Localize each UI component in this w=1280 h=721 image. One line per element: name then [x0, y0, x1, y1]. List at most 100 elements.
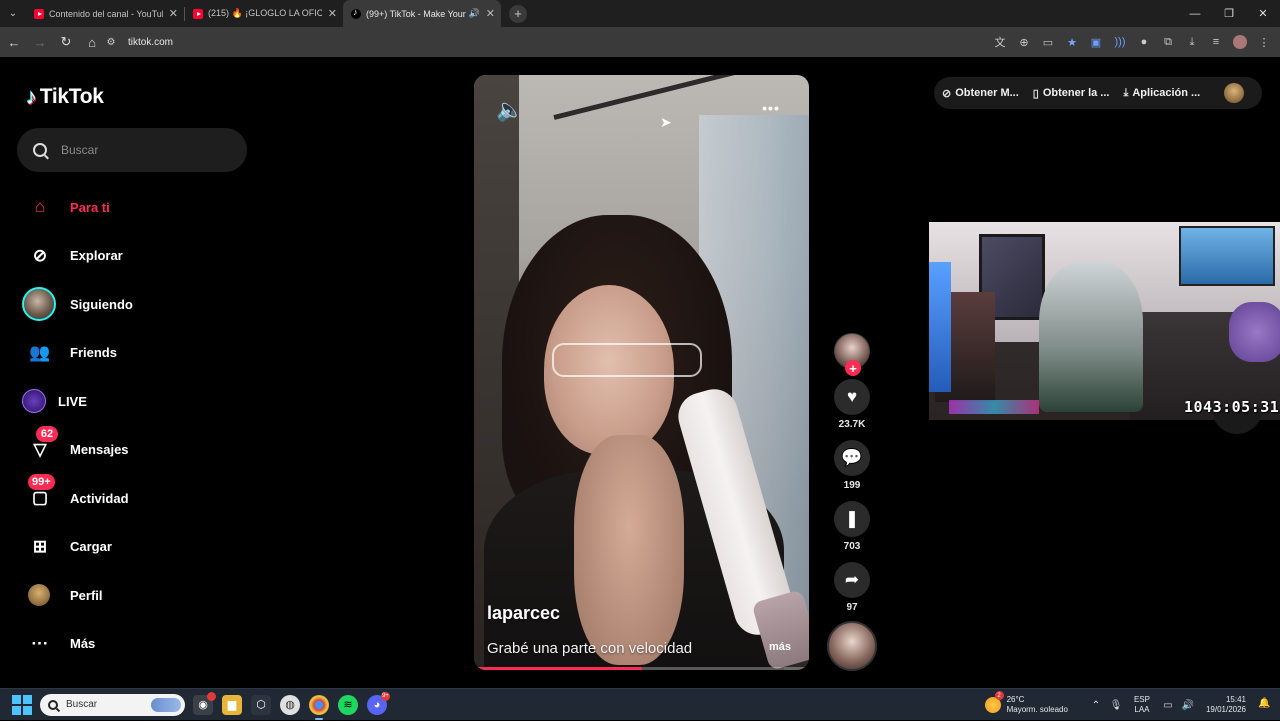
media-controls-icon[interactable]: ≡ — [1206, 32, 1226, 52]
close-window-icon[interactable]: ✕ — [1246, 0, 1280, 27]
browser-tab-youtube-live[interactable]: (215) 🔥 ¡GLOGLO LA OFICIAL! ✕ — [185, 0, 343, 27]
close-tab-icon[interactable]: ✕ — [169, 7, 178, 20]
video-player[interactable]: 🔈 ••• laparcec Grabé una parte con veloc… — [474, 75, 809, 670]
obs-icon[interactable]: ◉ — [193, 691, 216, 715]
sidebar-item-perfil[interactable]: Perfil — [0, 571, 260, 620]
messages-badge: 62 — [36, 425, 58, 442]
new-tab-button[interactable]: + — [509, 4, 527, 23]
download-icon: ⤓ — [1123, 86, 1129, 99]
zoom-icon[interactable]: ⊕ — [1014, 32, 1034, 52]
youtube-icon — [34, 8, 44, 19]
home-icon: ⌂ — [34, 197, 46, 217]
author-avatar[interactable]: + — [834, 333, 870, 376]
music-disc-avatar[interactable] — [827, 621, 877, 671]
lang-bottom: LAA — [1134, 705, 1150, 714]
sidebar-item-friends[interactable]: 👥 Friends — [0, 329, 260, 378]
close-tab-icon[interactable]: ✕ — [486, 7, 495, 20]
live-icon — [22, 389, 46, 414]
volume-icon[interactable]: 🔈 — [496, 97, 524, 123]
volume-icon[interactable]: 🔊 — [1178, 700, 1198, 711]
notification-bell-icon[interactable]: 🔔 — [1258, 698, 1272, 712]
like-action: ♥ 23.7K — [830, 379, 874, 430]
microphone-icon[interactable]: 🎙 — [1106, 700, 1126, 711]
video-username[interactable]: laparcec — [487, 603, 560, 624]
sidebar-item-explorar[interactable]: ⊘ Explorar — [0, 232, 260, 281]
system-clock[interactable]: 15:41 19/01/2026 — [1206, 695, 1246, 715]
more-options-icon[interactable]: ••• — [757, 100, 785, 116]
spotify-icon[interactable]: ≋ — [338, 694, 358, 715]
taskbar-search[interactable]: Buscar — [40, 693, 185, 716]
home-icon[interactable]: ⌂ — [80, 30, 104, 54]
site-info-icon[interactable]: ⚙ — [104, 35, 118, 49]
more-icon: ··· — [31, 633, 49, 653]
browser-tab-youtube-channel[interactable]: Contenido del canal - YouTube ✕ — [26, 0, 184, 27]
heart-icon[interactable]: ♥ — [834, 379, 870, 415]
sidebar-item-actividad[interactable]: ▢ 99+ Actividad — [0, 474, 260, 523]
input-language[interactable]: ESP LAA — [1134, 695, 1150, 715]
url-text: tiktok.com — [128, 36, 174, 48]
activity-badge: 99+ — [28, 474, 55, 490]
cast-icon[interactable]: ▭ — [1038, 32, 1058, 52]
caption-more-link[interactable]: más — [769, 641, 791, 653]
sidebar-item-para-ti[interactable]: ⌂ Para ti — [0, 183, 260, 232]
button-label: Obtener la ... — [1042, 87, 1110, 99]
browser-profile-avatar[interactable] — [1233, 35, 1247, 49]
network-icon[interactable]: ▭ — [1158, 700, 1178, 711]
header-actions: ⊘ Obtener M... ▯ Obtener la ... ⤓ Aplica… — [934, 77, 1262, 109]
minimize-icon[interactable]: — — [1178, 0, 1212, 27]
chevron-up-icon[interactable]: ⌃ — [1086, 700, 1106, 711]
coin-icon: ⊘ — [942, 87, 952, 100]
weather-temp: 26°C — [1006, 695, 1025, 704]
webcam-overlay — [929, 222, 1280, 420]
weather-widget[interactable]: 2 26°C Mayorm. soleado — [984, 691, 1068, 715]
webcam-scene — [949, 400, 1039, 414]
restore-icon[interactable]: ❐ — [1212, 0, 1246, 27]
chrome-icon[interactable] — [309, 694, 329, 720]
weather-badge: 2 — [994, 691, 1004, 700]
discord-icon[interactable]: ◕ 9+ — [367, 691, 390, 715]
save-action: ❚ 703 — [830, 501, 874, 552]
share-action: ➦ 97 — [830, 562, 874, 613]
search-box[interactable] — [17, 128, 247, 172]
back-icon[interactable]: ← — [2, 30, 26, 54]
file-explorer-icon[interactable]: ▆ — [222, 694, 242, 715]
app-icon[interactable]: ⬡ — [251, 694, 271, 715]
translate-icon[interactable]: 文 — [990, 32, 1010, 52]
tab-title: (215) 🔥 ¡GLOGLO LA OFICIAL! — [208, 8, 322, 18]
sidebar-item-live[interactable]: LIVE — [0, 377, 260, 426]
tiktok-logo[interactable]: ♪ TikTok — [26, 84, 104, 110]
search-input[interactable] — [61, 143, 221, 157]
user-avatar[interactable] — [1224, 83, 1244, 103]
extension-icon[interactable]: ● — [1134, 32, 1154, 52]
tab-audio-icon[interactable]: 🔊 — [469, 8, 480, 19]
sidebar-item-mas[interactable]: ··· Más — [0, 620, 260, 669]
follow-plus-icon[interactable]: + — [845, 360, 861, 376]
address-bar[interactable]: ⚙ tiktok.com — [104, 30, 968, 54]
share-icon[interactable]: ➦ — [834, 562, 870, 598]
windows-start-icon[interactable] — [12, 694, 32, 715]
desktop-app-button[interactable]: ⤓ Aplicación ... — [1123, 87, 1200, 100]
sidebar-item-label: Cargar — [70, 539, 112, 555]
extensions-puzzle-icon[interactable]: ⧉ — [1158, 32, 1178, 52]
get-app-button[interactable]: ▯ Obtener la ... — [1033, 87, 1110, 100]
video-progress-bar[interactable] — [474, 667, 809, 670]
sidebar-item-cargar[interactable]: ⊞ Cargar — [0, 523, 260, 572]
close-tab-icon[interactable]: ✕ — [328, 7, 337, 20]
video-caption: Grabé una parte con velocidad — [487, 640, 693, 657]
bookmark-star-icon[interactable]: ★ — [1062, 32, 1082, 52]
forward-icon[interactable]: → — [28, 30, 52, 54]
translator-extension-icon[interactable]: ▣ — [1086, 32, 1106, 52]
overwatch-icon[interactable]: ◍ — [280, 694, 300, 715]
bookmark-icon[interactable]: ❚ — [834, 501, 870, 537]
browser-tab-tiktok[interactable]: (99+) TikTok - Make Your Day 🔊 ✕ — [343, 0, 501, 27]
reload-icon[interactable]: ↻ — [54, 30, 78, 54]
audio-extension-icon[interactable]: ))) — [1110, 32, 1130, 52]
browser-menu-icon[interactable]: ⋮ — [1254, 32, 1274, 52]
discord-badge: 9+ — [381, 691, 390, 701]
comment-icon[interactable]: 💬 — [834, 440, 870, 476]
sidebar-item-mensajes[interactable]: ▽ 62 Mensajes — [0, 425, 260, 475]
tab-search-menu-icon[interactable]: ⌄ — [0, 0, 26, 27]
download-icon[interactable]: ⤓ — [1182, 32, 1202, 52]
get-coins-button[interactable]: ⊘ Obtener M... — [942, 87, 1019, 100]
sidebar-item-siguiendo[interactable]: Siguiendo — [0, 280, 260, 329]
